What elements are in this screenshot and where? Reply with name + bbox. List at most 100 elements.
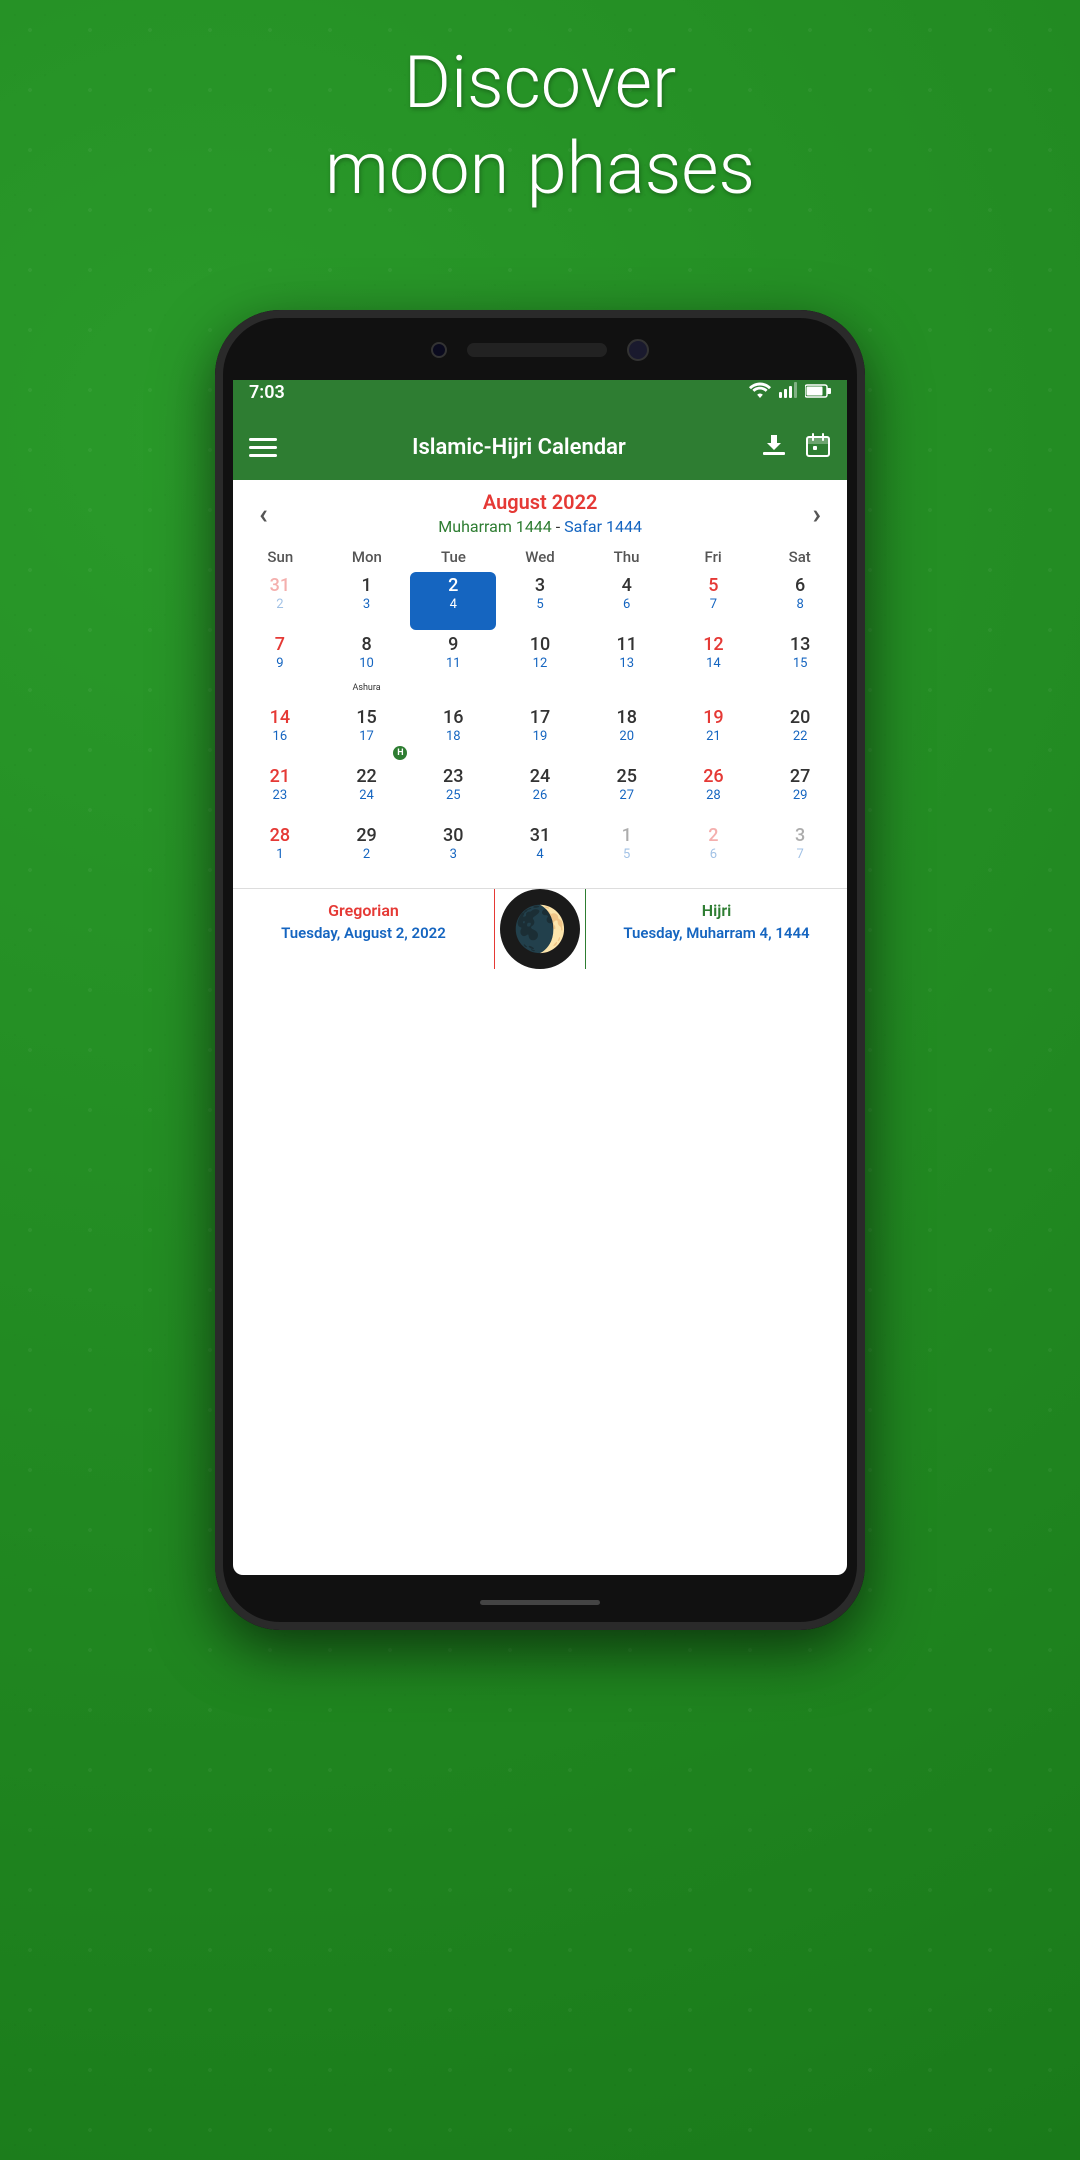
hijri-day: 17 (359, 729, 374, 745)
day-header-thu: Thu (583, 544, 670, 570)
hijri-day: 4 (450, 597, 457, 613)
calendar-day-16[interactable]: 1618 (410, 704, 496, 762)
calendar-day-10[interactable]: 1012 (497, 631, 583, 703)
greg-day: 20 (790, 707, 810, 729)
calendar-day-25[interactable]: 2527 (584, 763, 670, 821)
hero-line2: moon phases (0, 126, 1080, 212)
calendar-day-11[interactable]: 1113 (584, 631, 670, 703)
calendar-day-4[interactable]: 46 (584, 572, 670, 630)
greg-day: 2 (448, 575, 458, 597)
greg-day: 30 (443, 825, 463, 847)
month-info: August 2022 Muharram 1444 - Safar 1444 (278, 490, 803, 536)
hamburger-line1 (249, 438, 277, 441)
calendar-day-12[interactable]: 1214 (671, 631, 757, 703)
hijri-day: 13 (619, 656, 634, 672)
calendar-day-24[interactable]: 2426 (497, 763, 583, 821)
calendar-day-19[interactable]: 1921 (671, 704, 757, 762)
calendar-today-icon[interactable] (805, 432, 831, 462)
hero-line1: Discover (0, 40, 1080, 126)
hijri-months: Muharram 1444 - Safar 1444 (278, 517, 803, 536)
calendar-day-7[interactable]: 79 (237, 631, 323, 703)
greg-day: 19 (703, 707, 723, 729)
hijri-day: 6 (623, 597, 630, 613)
greg-day: 11 (616, 634, 636, 656)
greg-day: 31 (530, 825, 550, 847)
hijri-dash: - (552, 517, 564, 536)
calendar-day-22[interactable]: 2224 (324, 763, 410, 821)
calendar-day-32[interactable]: 15 (584, 822, 670, 880)
calendar-day-15[interactable]: 1517H (324, 704, 410, 762)
greg-day: 29 (356, 825, 376, 847)
calendar-day-3[interactable]: 35 (497, 572, 583, 630)
phone-top-bar (215, 310, 865, 380)
month-nav: ‹ August 2022 Muharram 1444 - Safar 1444… (233, 480, 847, 540)
hijri-day: 9 (276, 656, 283, 672)
calendar-day-6[interactable]: 68 (757, 572, 843, 630)
calendar-day-1[interactable]: 13 (324, 572, 410, 630)
ashura-label: Ashura (350, 683, 382, 693)
hero-text: Discover moon phases (0, 40, 1080, 213)
speaker-notch (467, 343, 607, 357)
bottom-hijri: Hijri Tuesday, Muharram 4, 1444 (585, 889, 847, 969)
hijri-day: 18 (446, 729, 461, 745)
moon-icon-container: 🌒 (495, 889, 585, 969)
calendar-day-33[interactable]: 26 (671, 822, 757, 880)
calendar-day-34[interactable]: 37 (757, 822, 843, 880)
calendar-day-31[interactable]: 314 (497, 822, 583, 880)
calendar-day-30[interactable]: 303 (410, 822, 496, 880)
wifi-icon (749, 382, 771, 403)
status-time: 7:03 (249, 382, 285, 403)
hijri-muharram: Muharram 1444 (438, 517, 552, 536)
calendar-day-8[interactable]: 810Ashura (324, 631, 410, 689)
download-icon[interactable] (761, 432, 787, 462)
calendar-day-18[interactable]: 1820 (584, 704, 670, 762)
phone-bottom-bar (215, 1575, 865, 1630)
hijri-safar: Safar 1444 (564, 517, 642, 536)
greg-day: 16 (443, 707, 463, 729)
hijri-day: 25 (446, 788, 461, 804)
next-month-button[interactable]: › (803, 493, 831, 534)
greg-day: 1 (622, 825, 632, 847)
calendar-day-29[interactable]: 292 (324, 822, 410, 880)
greg-day: 3 (535, 575, 545, 597)
bottom-panel: Gregorian Tuesday, August 2, 2022 🌒 Hijr… (233, 888, 847, 969)
bottom-gregorian: Gregorian Tuesday, August 2, 2022 (233, 889, 495, 969)
hijri-day: 22 (793, 729, 808, 745)
prev-month-button[interactable]: ‹ (249, 493, 278, 534)
calendar-day-2[interactable]: 24 (410, 572, 496, 630)
greg-day: 14 (270, 707, 290, 729)
calendar-day-23[interactable]: 2325 (410, 763, 496, 821)
hijri-day: 8 (796, 597, 803, 613)
calendar-day-26[interactable]: 2628 (671, 763, 757, 821)
greg-day: 7 (275, 634, 285, 656)
calendar-day-0[interactable]: 312 (237, 572, 323, 630)
calendar-day-28[interactable]: 281 (237, 822, 323, 880)
hijri-day: 29 (793, 788, 808, 804)
calendar-day-13[interactable]: 1315 (757, 631, 843, 703)
hijri-day: 15 (793, 656, 808, 672)
calendar-day-14[interactable]: 1416 (237, 704, 323, 762)
hijri-day: 20 (619, 729, 634, 745)
gregorian-date: Tuesday, August 2, 2022 (243, 924, 484, 944)
day-header-sat: Sat (756, 544, 843, 570)
calendar-day-20[interactable]: 2022 (757, 704, 843, 762)
calendar-day-27[interactable]: 2729 (757, 763, 843, 821)
greg-day: 25 (616, 766, 636, 788)
gregorian-month: August 2022 (278, 490, 803, 514)
calendar-day-17[interactable]: 1719 (497, 704, 583, 762)
greg-day: 12 (703, 634, 723, 656)
calendar-day-5[interactable]: 57 (671, 572, 757, 630)
hijri-day: 4 (536, 847, 543, 863)
greg-day: 5 (708, 575, 718, 597)
greg-day: 13 (790, 634, 810, 656)
day-header-mon: Mon (324, 544, 411, 570)
home-indicator (480, 1600, 600, 1605)
greg-day: 31 (270, 575, 290, 597)
hijri-day: 14 (706, 656, 721, 672)
hijri-date: Tuesday, Muharram 4, 1444 (596, 924, 837, 944)
day-header-fri: Fri (670, 544, 757, 570)
calendar-day-9[interactable]: 911 (410, 631, 496, 703)
hamburger-menu[interactable] (249, 438, 277, 457)
greg-day: 27 (790, 766, 810, 788)
calendar-day-21[interactable]: 2123 (237, 763, 323, 821)
